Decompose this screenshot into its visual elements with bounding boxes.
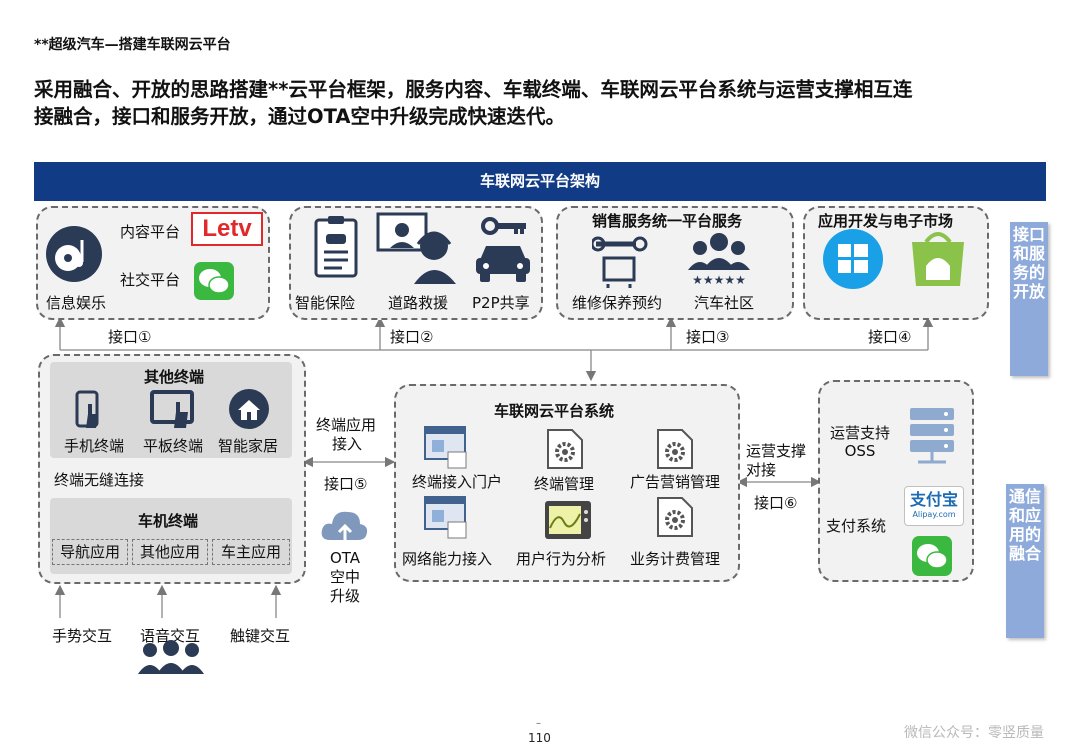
terminal-manage-gear-icon [547,429,583,469]
phone-terminal-label: 手机终端 [64,437,125,455]
terminal-access-label: 终端应用 接入 [316,416,376,454]
road-rescue-agent-icon [376,212,456,284]
nav-app-chip: 导航应用 [52,539,128,565]
fusion-side-tag: 通信和应用的融合 [1006,484,1044,638]
billing-gear-icon [657,497,693,537]
payment-system-label: 支付系统 [826,517,887,535]
user-behavior-label: 用户行为分析 [516,550,607,568]
android-market-icon [912,232,964,286]
interface-4-label: 接口④ [868,328,912,346]
users-group-icon [138,640,204,674]
info-entertainment-label: 信息娱乐 [46,294,107,312]
tablet-terminal-label: 平板终端 [143,437,204,455]
network-access-window-icon [424,496,467,539]
content-platform-label: 内容平台 [120,223,181,241]
smart-home-label: 智能家居 [218,437,279,455]
behavior-analysis-monitor-icon [545,501,591,539]
watermark: 微信公众号：零竖质量 [904,725,1044,741]
vehicle-terminal-title: 车机终端 [138,512,199,530]
ota-line-2: 空中 [330,568,361,586]
maintenance-wrench-icon [592,236,648,288]
alipay-logo-domain: Alipay.com [912,510,956,519]
letv-logo: Letv [191,212,263,246]
windows-icon [823,229,883,289]
portal-window-icon [424,426,467,469]
ops-support-line-1: 运营支撑 [746,442,807,460]
ota-label: OTA 空中 升级 [330,549,360,606]
seamless-connection-label: 终端无缝连接 [54,471,145,489]
terminal-access-line-1: 终端应用 [316,416,377,434]
other-terminals-title: 其他终端 [144,368,205,386]
ops-support-line-2: 对接 [746,461,777,479]
p2p-sharing-label: P2P共享 [472,294,530,312]
page-number: 110 [528,731,551,745]
open-interface-side-tag: 接口和服务的开放 [1010,222,1048,376]
owner-app-chip: 车主应用 [212,539,290,565]
interface-3-label: 接口③ [686,328,730,346]
ota-cloud-upload-icon [321,511,368,542]
oss-line-1: 运营支持 [830,424,891,442]
community-group-icon: ★★★★★ [688,233,750,287]
interface-5-label: 接口⑤ [324,475,368,493]
cloud-music-icon [46,226,102,282]
interface-1-label: 接口① [108,328,152,346]
cloud-platform-title: 车联网云平台系统 [494,402,615,420]
smart-insurance-label: 智能保险 [295,294,356,312]
oss-label: 运营支持 OSS [830,424,890,460]
insurance-document-icon [314,216,358,278]
road-rescue-label: 道路救援 [388,294,449,312]
oss-line-2: OSS [844,442,876,460]
sales-service-title: 销售服务统一平台服务 [592,212,743,230]
maintenance-booking-label: 维修保养预约 [572,294,663,312]
phone-icon [75,390,99,428]
touch-interaction-label: 触键交互 [230,627,291,645]
interface-6-label: 接口⑥ [754,494,798,512]
ops-support-label: 运营支撑 对接 [746,442,806,480]
server-icon [910,408,954,464]
alipay-logo-text: 支付宝 [909,490,958,509]
gesture-interaction-label: 手势交互 [52,627,113,645]
svg-text:★★★★★: ★★★★★ [692,273,746,287]
ad-marketing-gear-icon [657,429,693,469]
car-community-label: 汽车社区 [694,294,755,312]
network-capability-label: 网络能力接入 [402,550,493,568]
wechat-pay-icon [912,536,952,576]
alipay-logo: 支付宝 Alipay.com [904,486,964,526]
page-dash: – [536,718,541,729]
tablet-icon [150,390,194,428]
ota-line-3: 升级 [330,587,361,605]
terminal-portal-label: 终端接入门户 [412,473,503,491]
car-key-icon [476,217,530,282]
social-platform-label: 社交平台 [120,271,181,289]
ad-marketing-label: 广告营销管理 [630,473,721,491]
interface-2-label: 接口② [390,328,434,346]
wechat-icon [194,262,234,300]
other-app-chip: 其他应用 [132,539,208,565]
billing-management-label: 业务计费管理 [630,550,721,568]
terminal-management-label: 终端管理 [534,475,595,493]
smart-home-icon [229,389,269,429]
terminal-access-line-2: 接入 [332,435,363,453]
ota-line-1: OTA [330,549,361,567]
